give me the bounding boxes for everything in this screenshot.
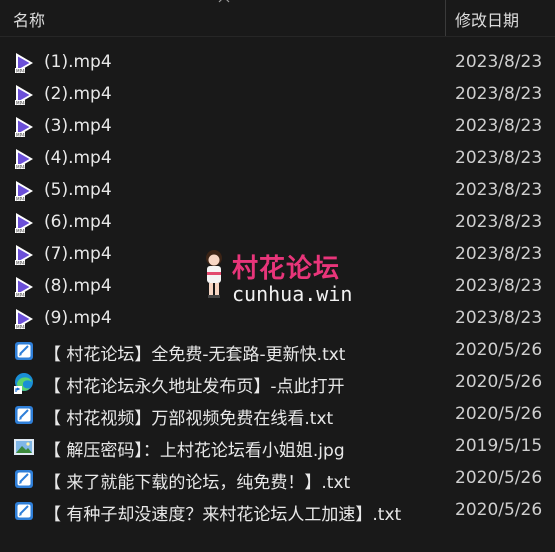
file-name: (4).mp4 [44, 148, 112, 168]
file-name: (1).mp4 [44, 52, 112, 72]
file-name: 【 解压密码】：上村花论坛看小姐姐.jpg [44, 441, 345, 461]
file-name: (6).mp4 [44, 212, 112, 232]
file-modified-date: 2019/5/15 [455, 436, 543, 456]
file-name: (3).mp4 [44, 116, 112, 136]
mp4-video-icon: MP4 [13, 212, 35, 234]
sort-up-icon [218, 0, 230, 3]
svg-text:MP4: MP4 [16, 228, 25, 233]
file-modified-date: 2020/5/26 [455, 468, 543, 488]
file-name: (2).mp4 [44, 84, 112, 104]
mp4-video-icon: MP4 [13, 244, 35, 266]
file-name: 【 有种子却没速度？来村花论坛人工加速】.txt [44, 505, 402, 525]
svg-text:MP4: MP4 [16, 196, 25, 201]
file-name: (9).mp4 [44, 308, 112, 328]
mp4-video-icon: MP4 [13, 52, 35, 74]
file-row[interactable]: 【 村花论坛永久地址发布页】-点此打开 2020/5/26 [0, 367, 555, 399]
column-divider[interactable] [445, 0, 446, 36]
file-modified-date: 2023/8/23 [455, 244, 543, 264]
file-modified-date: 2023/8/23 [455, 276, 543, 296]
mp4-video-icon: MP4 [13, 116, 35, 138]
svg-text:MP4: MP4 [16, 260, 25, 265]
file-modified-date: 2023/8/23 [455, 84, 543, 104]
file-modified-date: 2020/5/26 [455, 404, 543, 424]
file-row[interactable]: MP4 (5).mp4 2023/8/23 [0, 175, 555, 207]
file-modified-date: 2023/8/23 [455, 212, 543, 232]
column-header-bar: 名称 修改日期 [0, 0, 555, 37]
svg-text:MP4: MP4 [16, 164, 25, 169]
file-modified-date: 2023/8/23 [455, 52, 543, 72]
file-row[interactable]: 【 解压密码】：上村花论坛看小姐姐.jpg 2019/5/15 [0, 431, 555, 463]
file-name: 【 来了就能下载的论坛，纯免费！】.txt [44, 473, 351, 493]
svg-text:MP4: MP4 [16, 132, 25, 137]
svg-text:MP4: MP4 [16, 68, 25, 73]
image-file-icon [13, 436, 35, 458]
file-row[interactable]: 【 来了就能下载的论坛，纯免费！】.txt 2020/5/26 [0, 463, 555, 495]
svg-text:MP4: MP4 [16, 100, 25, 105]
date-column-header[interactable]: 修改日期 [455, 7, 519, 31]
file-row[interactable]: 【 有种子却没速度？来村花论坛人工加速】.txt 2020/5/26 [0, 495, 555, 527]
file-modified-date: 2020/5/26 [455, 372, 543, 392]
watermark: 村花论坛 cunhua.win [200, 248, 375, 308]
name-column-header[interactable]: 名称 [13, 7, 45, 31]
edge-shortcut-icon [13, 372, 35, 394]
text-file-icon [13, 340, 35, 362]
text-file-icon [13, 404, 35, 426]
file-name: 【 村花论坛永久地址发布页】-点此打开 [44, 377, 345, 397]
file-row[interactable]: 【 村花视频】万部视频免费在线看.txt 2020/5/26 [0, 399, 555, 431]
mp4-video-icon: MP4 [13, 84, 35, 106]
text-file-icon [13, 468, 35, 490]
svg-text:MP4: MP4 [16, 324, 25, 329]
file-name: (5).mp4 [44, 180, 112, 200]
file-modified-date: 2020/5/26 [455, 500, 543, 520]
girl-mascot-icon [206, 250, 222, 298]
mp4-video-icon: MP4 [13, 180, 35, 202]
file-row[interactable]: 【 村花论坛】全免费-无套路-更新快.txt 2020/5/26 [0, 335, 555, 367]
file-name: 【 村花论坛】全免费-无套路-更新快.txt [44, 345, 346, 365]
file-modified-date: 2023/8/23 [455, 180, 543, 200]
mp4-video-icon: MP4 [13, 148, 35, 170]
file-explorer-window: 名称 修改日期 MP4 (1).mp4 2023/8/23 MP4 (2).mp4 20… [0, 0, 555, 552]
file-modified-date: 2023/8/23 [455, 308, 543, 328]
text-file-icon [13, 500, 35, 522]
file-row[interactable]: MP4 (1).mp4 2023/8/23 [0, 47, 555, 79]
svg-text:MP4: MP4 [16, 292, 25, 297]
watermark-url: cunhua.win [232, 282, 353, 306]
file-name: 【 村花视频】万部视频免费在线看.txt [44, 409, 334, 429]
watermark-title: 村花论坛 [232, 254, 341, 284]
file-modified-date: 2020/5/26 [455, 340, 543, 360]
file-row[interactable]: MP4 (2).mp4 2023/8/23 [0, 79, 555, 111]
mp4-video-icon: MP4 [13, 276, 35, 298]
file-row[interactable]: MP4 (6).mp4 2023/8/23 [0, 207, 555, 239]
file-name: (7).mp4 [44, 244, 112, 264]
file-modified-date: 2023/8/23 [455, 148, 543, 168]
file-name: (8).mp4 [44, 276, 112, 296]
file-row[interactable]: MP4 (3).mp4 2023/8/23 [0, 111, 555, 143]
file-modified-date: 2023/8/23 [455, 116, 543, 136]
file-row[interactable]: MP4 (4).mp4 2023/8/23 [0, 143, 555, 175]
mp4-video-icon: MP4 [13, 308, 35, 330]
